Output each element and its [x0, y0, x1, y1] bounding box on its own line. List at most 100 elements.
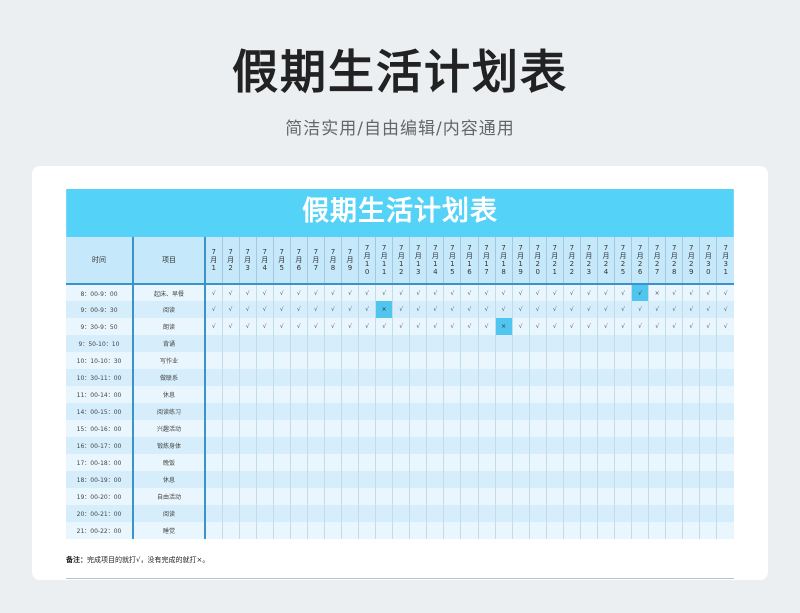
check-cell[interactable]: [613, 437, 632, 454]
check-cell[interactable]: √: [340, 284, 359, 301]
check-cell[interactable]: [528, 488, 547, 505]
check-cell[interactable]: √: [528, 284, 547, 301]
check-cell[interactable]: [221, 437, 240, 454]
check-cell[interactable]: [204, 369, 223, 386]
check-cell[interactable]: [648, 403, 666, 420]
check-cell[interactable]: [562, 403, 581, 420]
check-cell[interactable]: [204, 505, 223, 522]
check-cell[interactable]: [392, 471, 410, 488]
check-cell[interactable]: √: [238, 284, 257, 301]
check-cell[interactable]: [648, 437, 666, 454]
check-cell[interactable]: [255, 335, 274, 352]
check-cell[interactable]: [511, 352, 530, 369]
check-cell[interactable]: √: [648, 301, 666, 318]
check-cell[interactable]: [392, 454, 410, 471]
check-cell[interactable]: [340, 488, 359, 505]
check-cell[interactable]: [596, 471, 615, 488]
check-cell[interactable]: [340, 471, 359, 488]
check-cell[interactable]: [255, 522, 274, 539]
check-cell[interactable]: √: [204, 301, 223, 318]
check-cell[interactable]: [272, 352, 291, 369]
check-cell[interactable]: [255, 420, 274, 437]
check-cell[interactable]: [323, 505, 342, 522]
check-cell[interactable]: [358, 488, 376, 505]
check-cell[interactable]: [204, 352, 223, 369]
check-cell[interactable]: [221, 454, 240, 471]
check-cell[interactable]: [494, 386, 513, 403]
check-cell[interactable]: [409, 488, 427, 505]
check-cell[interactable]: [579, 369, 598, 386]
check-cell[interactable]: [613, 488, 632, 505]
check-cell[interactable]: [562, 505, 581, 522]
check-cell[interactable]: [494, 471, 513, 488]
check-cell[interactable]: [409, 420, 427, 437]
check-cell[interactable]: [579, 437, 598, 454]
check-cell[interactable]: [562, 488, 581, 505]
check-cell[interactable]: [460, 471, 478, 488]
check-cell[interactable]: √: [443, 318, 461, 335]
check-cell[interactable]: [204, 335, 223, 352]
check-cell[interactable]: √: [375, 318, 393, 335]
check-cell[interactable]: [665, 369, 683, 386]
check-cell[interactable]: [477, 454, 496, 471]
check-cell[interactable]: [443, 335, 461, 352]
check-cell[interactable]: [682, 335, 700, 352]
check-cell[interactable]: √: [289, 318, 308, 335]
check-cell[interactable]: [596, 488, 615, 505]
check-cell[interactable]: [613, 369, 632, 386]
check-cell[interactable]: [272, 471, 291, 488]
check-cell[interactable]: √: [358, 301, 376, 318]
check-cell[interactable]: [221, 386, 240, 403]
check-cell[interactable]: √: [272, 301, 291, 318]
check-cell[interactable]: [562, 454, 581, 471]
check-cell[interactable]: [323, 335, 342, 352]
check-cell[interactable]: √: [204, 284, 223, 301]
check-cell[interactable]: √: [340, 301, 359, 318]
check-cell[interactable]: √: [392, 301, 410, 318]
check-cell[interactable]: √: [255, 284, 274, 301]
check-cell[interactable]: [392, 488, 410, 505]
check-cell[interactable]: √: [323, 301, 342, 318]
check-cell[interactable]: [460, 335, 478, 352]
check-cell[interactable]: [528, 386, 547, 403]
check-cell[interactable]: [375, 522, 393, 539]
check-cell[interactable]: [596, 454, 615, 471]
check-cell[interactable]: [699, 471, 717, 488]
check-cell[interactable]: [409, 437, 427, 454]
check-cell[interactable]: √: [596, 318, 615, 335]
check-cell[interactable]: [596, 505, 615, 522]
check-cell[interactable]: [648, 386, 666, 403]
check-cell[interactable]: [238, 488, 257, 505]
check-cell[interactable]: [631, 369, 649, 386]
check-cell[interactable]: √: [221, 284, 240, 301]
check-cell[interactable]: √: [306, 284, 325, 301]
check-cell[interactable]: [443, 386, 461, 403]
check-cell[interactable]: [665, 403, 683, 420]
check-cell[interactable]: [460, 488, 478, 505]
check-cell[interactable]: [545, 352, 564, 369]
check-cell[interactable]: [648, 369, 666, 386]
check-cell[interactable]: [579, 386, 598, 403]
check-cell[interactable]: [460, 352, 478, 369]
check-cell[interactable]: √: [579, 301, 598, 318]
check-cell[interactable]: [596, 437, 615, 454]
check-cell[interactable]: √: [545, 301, 564, 318]
check-cell[interactable]: √: [392, 284, 410, 301]
check-cell[interactable]: [613, 335, 632, 352]
check-cell[interactable]: [323, 437, 342, 454]
check-cell[interactable]: [238, 420, 257, 437]
check-cell[interactable]: [358, 471, 376, 488]
check-cell[interactable]: [306, 369, 325, 386]
check-cell[interactable]: [340, 454, 359, 471]
check-cell[interactable]: [596, 386, 615, 403]
check-cell[interactable]: [238, 454, 257, 471]
check-cell[interactable]: [272, 369, 291, 386]
check-cell[interactable]: [579, 420, 598, 437]
check-cell[interactable]: [289, 437, 308, 454]
check-cell[interactable]: ×: [375, 301, 393, 318]
check-cell[interactable]: [255, 369, 274, 386]
check-cell[interactable]: [477, 335, 496, 352]
check-cell[interactable]: [528, 420, 547, 437]
check-cell[interactable]: √: [289, 284, 308, 301]
check-cell[interactable]: [716, 386, 734, 403]
